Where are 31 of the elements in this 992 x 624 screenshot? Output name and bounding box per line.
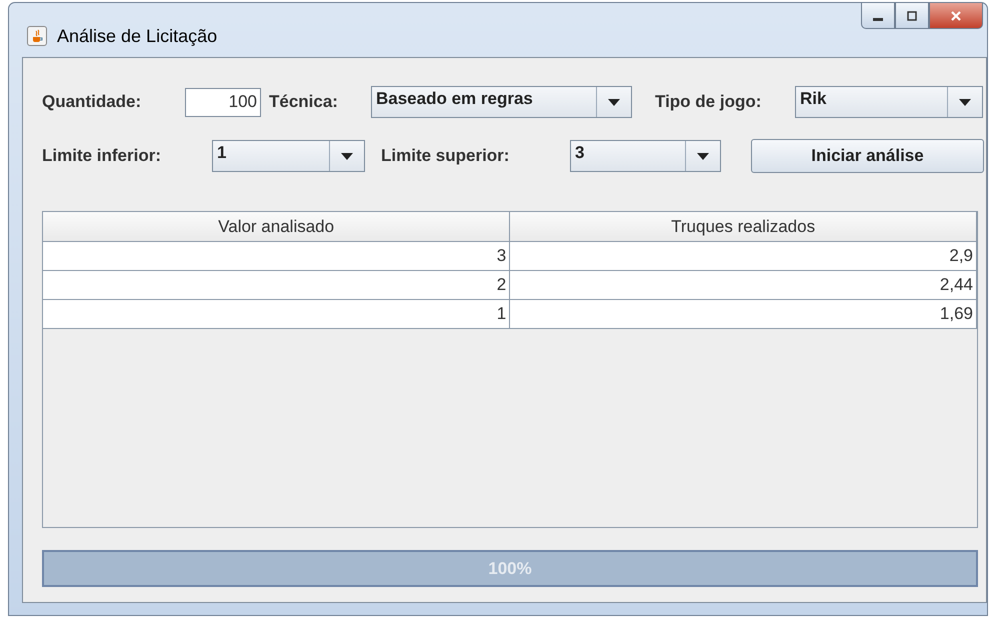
window-title: Análise de Licitação xyxy=(57,26,218,46)
minimize-button[interactable] xyxy=(861,3,895,29)
table-cell: 2,44 xyxy=(510,270,976,300)
maximize-button[interactable] xyxy=(895,3,929,29)
dropdown-arrow-icon xyxy=(959,98,971,106)
start-button[interactable]: Iniciar análise xyxy=(751,139,984,173)
table-cell: 1 xyxy=(43,300,510,328)
field-label: Técnica: xyxy=(269,92,339,112)
dropdown[interactable]: 1 xyxy=(212,140,365,172)
field-label: Limite inferior: xyxy=(42,146,162,166)
table-cell: 1,69 xyxy=(510,300,976,328)
dropdown-arrow-icon xyxy=(697,152,709,160)
dropdown[interactable]: 3 xyxy=(570,140,721,172)
table-cell: 3 xyxy=(43,242,510,270)
dropdown-arrow-icon xyxy=(341,152,353,160)
minimize-icon xyxy=(873,18,883,20)
column-header[interactable]: Valor analisado xyxy=(43,212,510,242)
column-header[interactable]: Truques realizados xyxy=(510,212,976,242)
close-button[interactable] xyxy=(929,3,983,29)
progress-reading: 100% xyxy=(487,559,533,579)
dropdown[interactable]: Rik xyxy=(795,86,983,118)
field-label: Quantidade: xyxy=(42,92,142,112)
table-cell: 2 xyxy=(43,270,510,300)
quantity-field[interactable]: 100 xyxy=(185,88,261,116)
field-label: Tipo de jogo: xyxy=(655,92,762,112)
maximize-icon xyxy=(907,10,917,20)
close-icon xyxy=(950,10,962,20)
dropdown-arrow-icon xyxy=(608,98,620,106)
table-cell: 2,9 xyxy=(510,242,976,270)
field-label: Limite superior: xyxy=(381,146,510,166)
dropdown[interactable]: Baseado em regras xyxy=(371,86,632,118)
